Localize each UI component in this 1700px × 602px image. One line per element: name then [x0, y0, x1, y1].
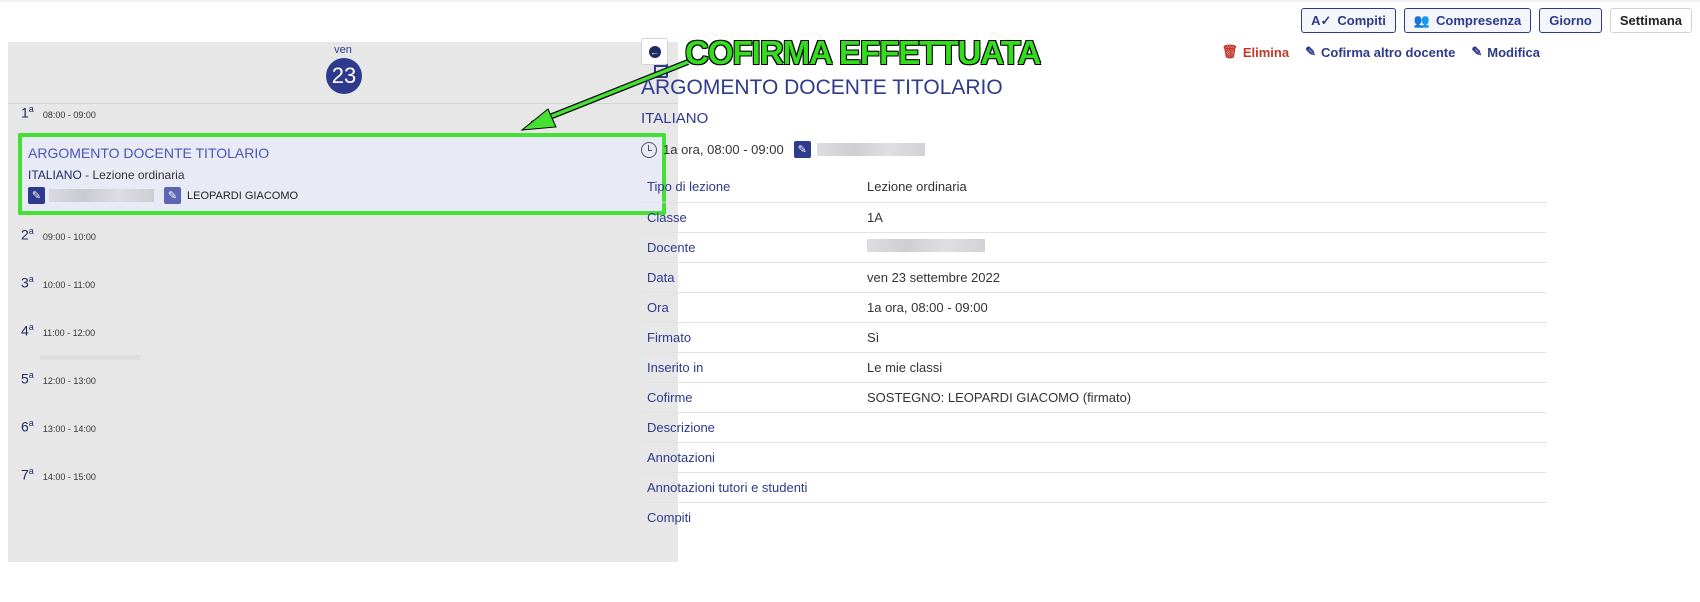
- settimana-button[interactable]: Settimana: [1609, 8, 1692, 33]
- slot-6: 6a 13:00 - 14:00: [21, 418, 96, 435]
- detail-value: Sì: [867, 322, 1547, 353]
- annotation-text: COFIRMA EFFETTUATA: [685, 34, 1041, 71]
- detail-row: Tipo di lezione Lezione ordinaria: [641, 172, 1547, 203]
- detail-label: Inserito in: [641, 352, 867, 383]
- slot-2: 2a 09:00 - 10:00: [21, 226, 96, 243]
- detail-value: [867, 502, 1547, 532]
- day-weekday: ven: [334, 44, 352, 56]
- detail-label: Classe: [641, 202, 867, 233]
- view-toolbar: A✓ Compiti 👥 Compresenza Giorno Settiman…: [1301, 8, 1692, 33]
- detail-value: Le mie classi: [867, 352, 1547, 383]
- slot-3: 3a 10:00 - 11:00: [21, 274, 96, 291]
- detail-time: 1a ora, 08:00 - 09:00 ✎: [641, 141, 925, 158]
- detail-label: Docente: [641, 232, 867, 263]
- modifica-button[interactable]: ✎ Modifica: [1471, 44, 1540, 60]
- day-number[interactable]: 23: [326, 58, 362, 94]
- pen-icon: ✎: [1305, 44, 1316, 59]
- blurred-teacher-name: [49, 189, 154, 202]
- detail-value: 1A: [867, 202, 1547, 233]
- pen-icon: ✎: [164, 187, 181, 204]
- detail-actions: 🗑 Elimina ✎ Cofirma altro docente ✎ Modi…: [1221, 44, 1540, 60]
- detail-value: [867, 412, 1547, 443]
- day-header: ven 23: [8, 42, 678, 104]
- settimana-label: Settimana: [1619, 13, 1682, 28]
- detail-label: Tipo di lezione: [641, 172, 867, 203]
- spellcheck-icon: A✓: [1311, 12, 1332, 28]
- detail-row: Docente: [641, 232, 1547, 263]
- detail-label: Annotazioni: [641, 442, 867, 473]
- detail-row: Inserito in Le mie classi: [641, 352, 1547, 383]
- detail-table: Tipo di lezione Lezione ordinaria Classe 1A…: [641, 172, 1547, 532]
- clock-icon: [641, 141, 657, 158]
- slot-5: 5a 12:00 - 13:00: [21, 370, 96, 387]
- back-button[interactable]: ←: [641, 38, 668, 65]
- compiti-label: Compiti: [1337, 13, 1386, 28]
- detail-row: Classe 1A: [641, 202, 1547, 233]
- detail-value: Lezione ordinaria: [867, 172, 1547, 203]
- detail-value: ven 23 settembre 2022: [867, 262, 1547, 293]
- detail-title: ARGOMENTO DOCENTE TITOLARIO: [641, 76, 1003, 99]
- slot-1: 1a 08:00 - 09:00: [21, 104, 96, 121]
- pen-icon: ✎: [28, 187, 45, 204]
- detail-value: [867, 472, 1547, 503]
- slot-time: 08:00 - 09:00: [42, 109, 96, 120]
- compresenza-label: Compresenza: [1436, 13, 1522, 28]
- detail-label: Cofirme: [641, 382, 867, 413]
- detail-row: Firmato Sì: [641, 322, 1547, 353]
- detail-row: Annotazioni tutori e studenti: [641, 472, 1547, 503]
- trash-icon: 🗑: [1221, 44, 1238, 59]
- faint-divider: [40, 355, 140, 360]
- people-icon: 👥: [1413, 12, 1430, 28]
- detail-subject: ITALIANO: [641, 110, 709, 127]
- detail-label: Firmato: [641, 322, 867, 353]
- back-arrow-icon: ←: [648, 45, 661, 58]
- blurred-teacher-name: [867, 239, 985, 252]
- pen-icon: ✎: [1471, 44, 1483, 59]
- pen-icon: ✎: [793, 141, 811, 158]
- top-strip: [0, 0, 1700, 2]
- detail-row: Data ven 23 settembre 2022: [641, 262, 1547, 293]
- detail-value: SOSTEGNO: LEOPARDI GIACOMO (firmato): [867, 382, 1547, 413]
- detail-row: Ora 1a ora, 08:00 - 09:00: [641, 292, 1547, 323]
- lesson-card-title: ARGOMENTO DOCENTE TITOLARIO: [28, 145, 270, 161]
- elimina-button[interactable]: 🗑 Elimina: [1221, 44, 1289, 60]
- detail-label: Ora: [641, 292, 867, 323]
- lesson-card-subject: ITALIANO - Lezione ordinaria: [28, 168, 185, 182]
- giorno-label: Giorno: [1549, 13, 1592, 28]
- slot-4: 4a 11:00 - 12:00: [21, 322, 96, 339]
- detail-label: Data: [641, 262, 867, 293]
- detail-value: [867, 442, 1547, 473]
- slot-7: 7a 14:00 - 15:00: [21, 466, 96, 483]
- detail-row: Annotazioni: [641, 442, 1547, 473]
- detail-row: Compiti: [641, 502, 1547, 532]
- blurred-teacher-name: [816, 143, 925, 156]
- detail-row: Cofirme SOSTEGNO: LEOPARDI GIACOMO (firma…: [641, 382, 1547, 413]
- detail-value: [867, 232, 1547, 263]
- detail-label: Descrizione: [641, 412, 867, 443]
- cosign-teacher: LEOPARDI GIACOMO: [187, 189, 299, 202]
- detail-row: Descrizione: [641, 412, 1547, 443]
- detail-label: Compiti: [647, 509, 692, 525]
- lesson-card[interactable]: ARGOMENTO DOCENTE TITOLARIO ITALIANO - L…: [18, 133, 666, 215]
- day-panel: ven 23 1a 08:00 - 09:00 ARGOMENTO DOCENT…: [8, 42, 678, 562]
- compresenza-button[interactable]: 👥 Compresenza: [1403, 8, 1532, 33]
- giorno-button[interactable]: Giorno: [1539, 8, 1602, 33]
- detail-label: Annotazioni tutori e studenti: [641, 472, 867, 503]
- detail-value: 1a ora, 08:00 - 09:00: [867, 292, 1547, 323]
- lesson-card-signatures: ✎ ✎ LEOPARDI GIACOMO: [28, 187, 656, 204]
- cofirma-altro-docente-button[interactable]: ✎ Cofirma altro docente: [1305, 44, 1455, 60]
- compiti-button[interactable]: A✓ Compiti: [1301, 8, 1396, 33]
